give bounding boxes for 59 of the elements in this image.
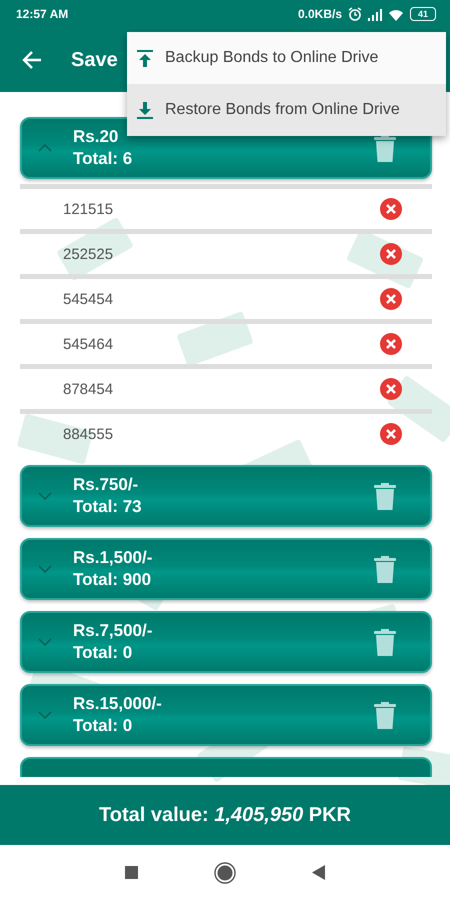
trash-icon (374, 556, 396, 582)
delete-group-button[interactable] (374, 628, 396, 656)
delete-group-button[interactable] (374, 134, 396, 162)
signal-icon (368, 8, 382, 20)
bond-number: 878454 (63, 380, 114, 398)
menu-item[interactable]: Backup Bonds to Online Drive (127, 32, 446, 84)
wifi-icon (388, 8, 404, 20)
bond-total: Total: 6 (73, 148, 134, 170)
recents-icon (125, 866, 138, 879)
bond-amount: Rs.750/- (73, 474, 140, 496)
delete-bond-button[interactable] (380, 243, 402, 265)
remove-icon (380, 378, 402, 400)
bond-number: 252525 (63, 246, 114, 262)
back-icon (312, 865, 325, 880)
delete-group-button[interactable] (374, 556, 396, 582)
bond-amount: Rs.1,500/- (73, 547, 154, 569)
remove-icon (380, 288, 402, 310)
bond-group-header[interactable]: Rs.7,500/- Total: 0 (20, 611, 432, 673)
screen-title: Save (71, 48, 118, 72)
bond-total: Total: 73 (73, 496, 143, 518)
trash-icon (374, 134, 396, 162)
delete-bond-button[interactable] (380, 198, 402, 220)
delete-bond-button[interactable] (380, 333, 402, 355)
alarm-icon (348, 7, 362, 21)
bond-amount: Rs.20 (73, 126, 120, 148)
bond-amount: Rs.7,500/- (73, 620, 154, 642)
delete-bond-button[interactable] (380, 288, 402, 310)
download-icon (137, 102, 153, 118)
bond-total: Total: 900 (73, 569, 152, 591)
bond-total: Total: 0 (73, 642, 134, 664)
delete-bond-button[interactable] (380, 423, 402, 445)
delete-group-button[interactable] (374, 702, 396, 728)
trash-icon (374, 702, 396, 728)
remove-icon (380, 198, 402, 220)
upload-icon (137, 50, 153, 66)
trash-icon (374, 482, 396, 510)
delete-group-button[interactable] (374, 482, 396, 510)
remove-icon (380, 243, 402, 265)
bond-group-header[interactable]: Rs.15,000/- Total: 0 (20, 684, 432, 746)
bond-number: 545464 (63, 336, 114, 352)
back-arrow-icon (22, 50, 43, 70)
back-button[interactable] (22, 50, 43, 70)
remove-icon (380, 333, 402, 355)
delete-bond-button[interactable] (380, 378, 402, 400)
trash-icon (374, 628, 396, 656)
network-speed: 0.0KB/s (298, 7, 342, 21)
bond-group-header[interactable]: Rs.750/- Total: 73 (20, 465, 432, 527)
status-time: 12:57 AM (16, 7, 68, 21)
bond-number: 884555 (63, 426, 114, 442)
bond-number: 545454 (63, 290, 114, 308)
bond-amount: Rs.15,000/- (73, 693, 163, 715)
bond-group-header[interactable]: Rs.1,500/- Total: 900 (20, 538, 432, 600)
menu-item[interactable]: Restore Bonds from Online Drive (127, 84, 446, 136)
remove-icon (380, 423, 402, 445)
bond-number: 121515 (63, 200, 114, 218)
bond-total: Total: 0 (73, 715, 134, 737)
battery-icon: 41 (410, 7, 436, 21)
home-icon (214, 862, 236, 884)
total-value: Total value: 1,405,950 PKR (99, 804, 351, 826)
